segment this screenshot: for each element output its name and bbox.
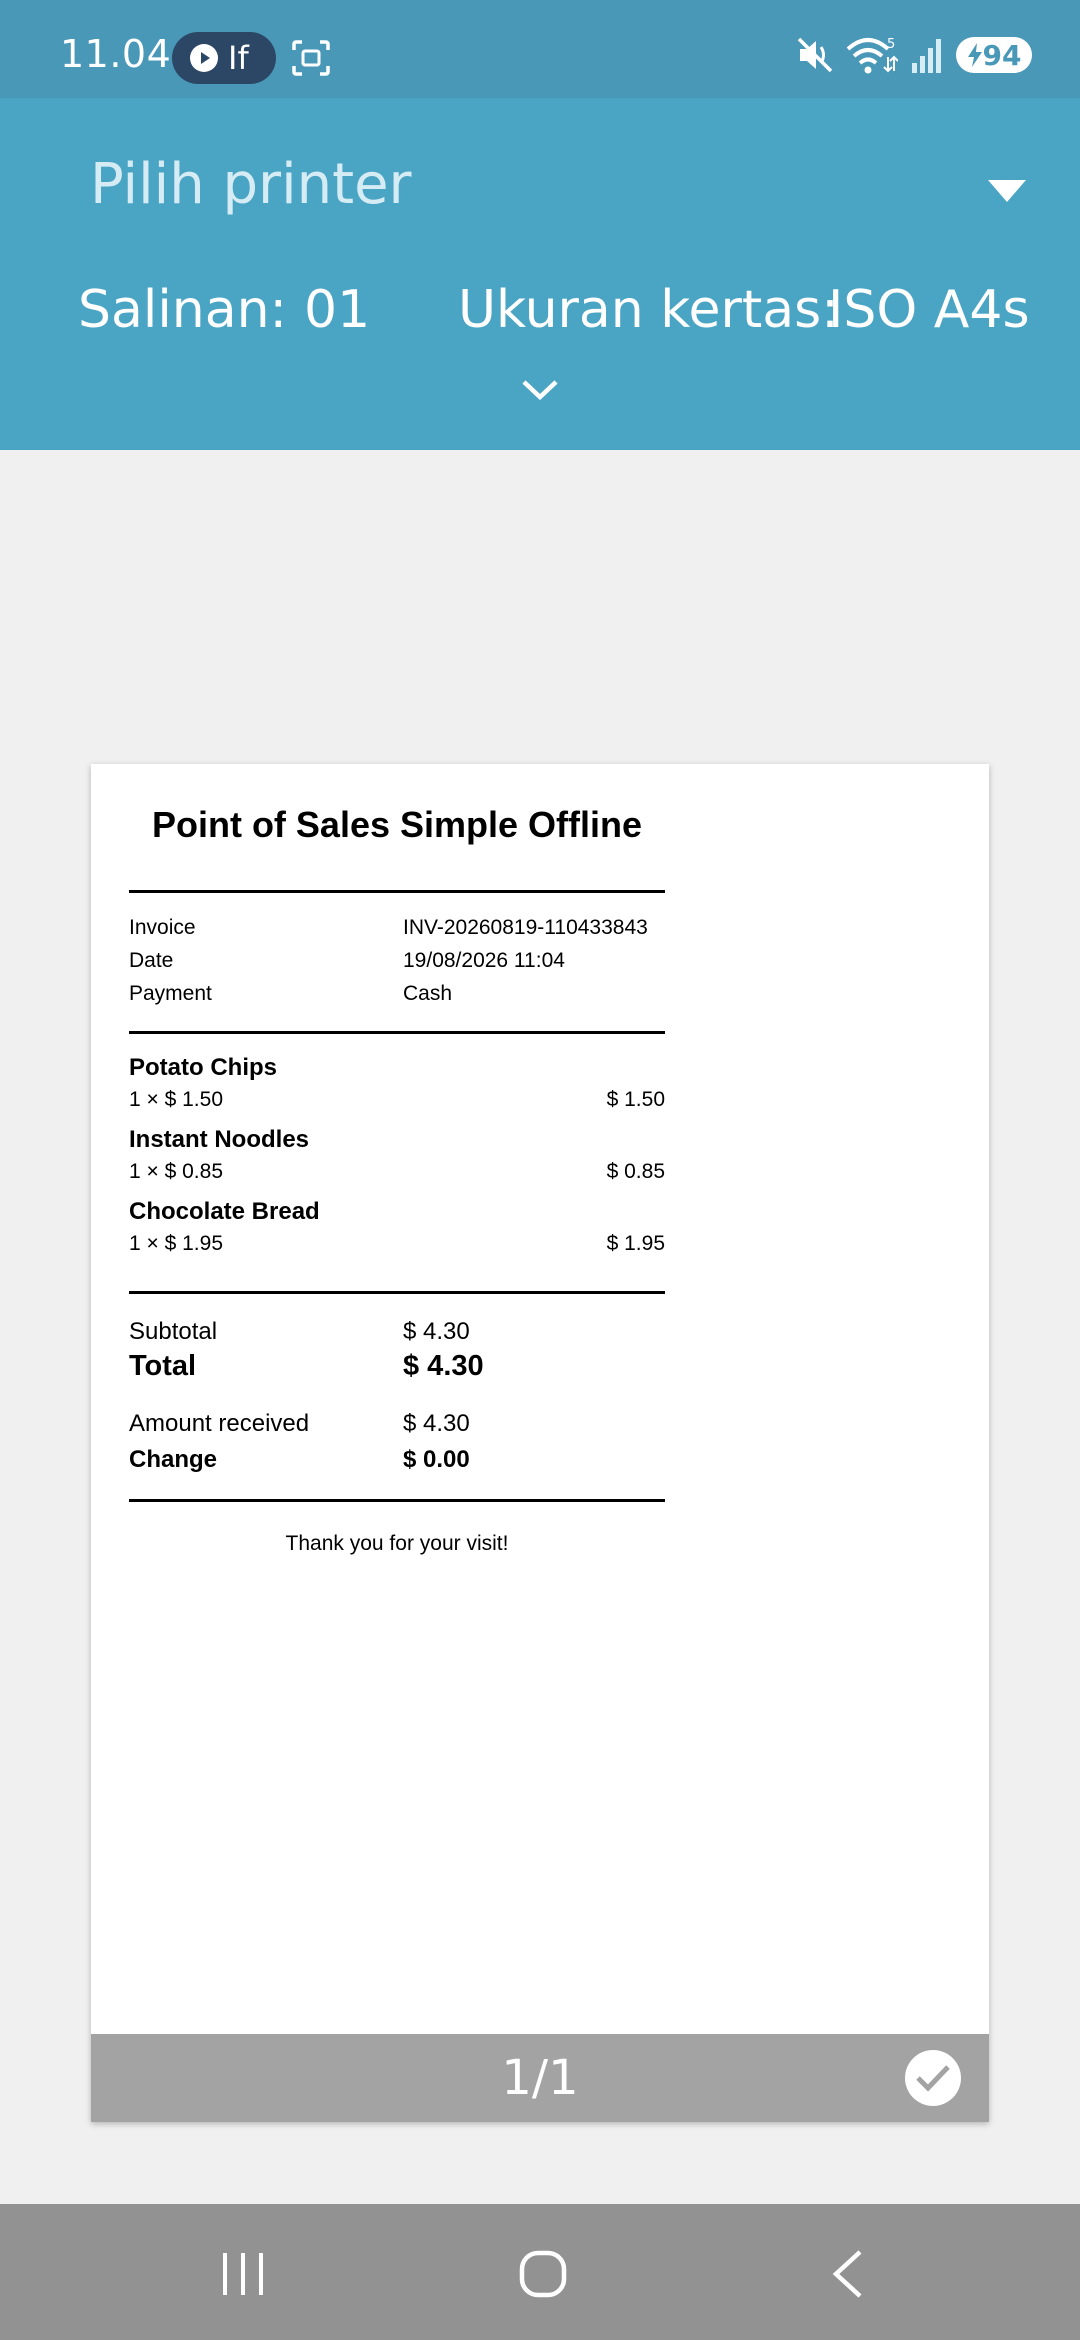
item-qty-price: 1 × $ 1.50 [129,1088,223,1111]
item-amount: $ 0.85 [606,1160,665,1183]
dropdown-arrow-icon[interactable] [988,180,1026,202]
meta-label: Payment [129,982,212,1005]
mute-icon [797,37,833,73]
change-label: Change [129,1446,218,1473]
meta-value: Cash [403,982,453,1005]
meta-label: Invoice [129,916,196,939]
page-footer: 1/1 [91,2034,989,2122]
item-amount: $ 1.95 [606,1232,665,1255]
navigation-bar [0,2204,1080,2340]
home-icon [519,2250,567,2298]
receipt-title: Point of Sales Simple Offline [151,804,643,845]
item-qty-price: 1 × $ 1.95 [129,1232,223,1255]
meta-label: Date [129,949,174,972]
item-qty-price: 1 × $ 0.85 [129,1160,223,1183]
print-options-panel: Pilih printer Salinan: 01 Ukuran kertas:… [0,98,1080,450]
back-icon [832,2250,862,2298]
status-bar: 11.04 If 5 94 [0,0,1080,98]
home-button[interactable] [513,2244,573,2304]
back-button[interactable] [818,2244,878,2304]
svg-text:5: 5 [887,37,895,52]
item-name: Instant Noodles [129,1126,310,1153]
meta-value: 19/08/2026 11:04 [403,949,565,972]
signal-icon [912,39,941,73]
meta-value: INV-20260819-110433843 [403,916,648,939]
divider [129,1291,665,1294]
wifi-icon: 5 [846,37,898,74]
paper-size-select[interactable]: ISO A4s [828,280,1030,340]
page-select-checkbox[interactable] [905,2050,961,2106]
media-pill[interactable]: If [172,32,276,84]
status-time: 11.04 [60,32,172,76]
play-circle-icon [190,44,218,72]
divider [129,890,665,893]
status-icons: 5 94 [796,34,1032,76]
media-pill-text: If [228,39,249,77]
page-preview[interactable]: Point of Sales Simple Offline Invoice IN… [91,764,989,2122]
battery-charging-icon [967,43,982,67]
checkmark-icon [916,2065,950,2092]
change-value: $ 0.00 [403,1446,470,1473]
recents-icon [223,2253,263,2295]
received-label: Amount received [129,1410,310,1437]
paper-size-label: Ukuran kertas: [458,280,839,340]
recents-button[interactable] [213,2244,273,2304]
divider [129,1031,665,1034]
page-number: 1/1 [501,2050,579,2106]
subtotal-label: Subtotal [129,1318,218,1345]
item-name: Potato Chips [129,1054,277,1081]
total-value: $ 4.30 [403,1350,484,1382]
chevron-down-icon[interactable] [520,378,560,402]
battery-level: 94 [982,38,1022,72]
divider [129,1499,665,1502]
subtotal-value: $ 4.30 [403,1318,470,1345]
item-amount: $ 1.50 [606,1088,665,1111]
item-name: Chocolate Bread [129,1198,320,1225]
copies-label: Salinan: [78,280,288,340]
battery-indicator: 94 [956,37,1032,73]
total-label: Total [129,1350,197,1382]
screenshot-icon [292,40,330,76]
copies-input[interactable]: 01 [304,280,370,340]
received-value: $ 4.30 [403,1410,470,1437]
thank-you-message: Thank you for your visit! [285,1532,509,1555]
printer-select[interactable]: Pilih printer [90,152,412,217]
